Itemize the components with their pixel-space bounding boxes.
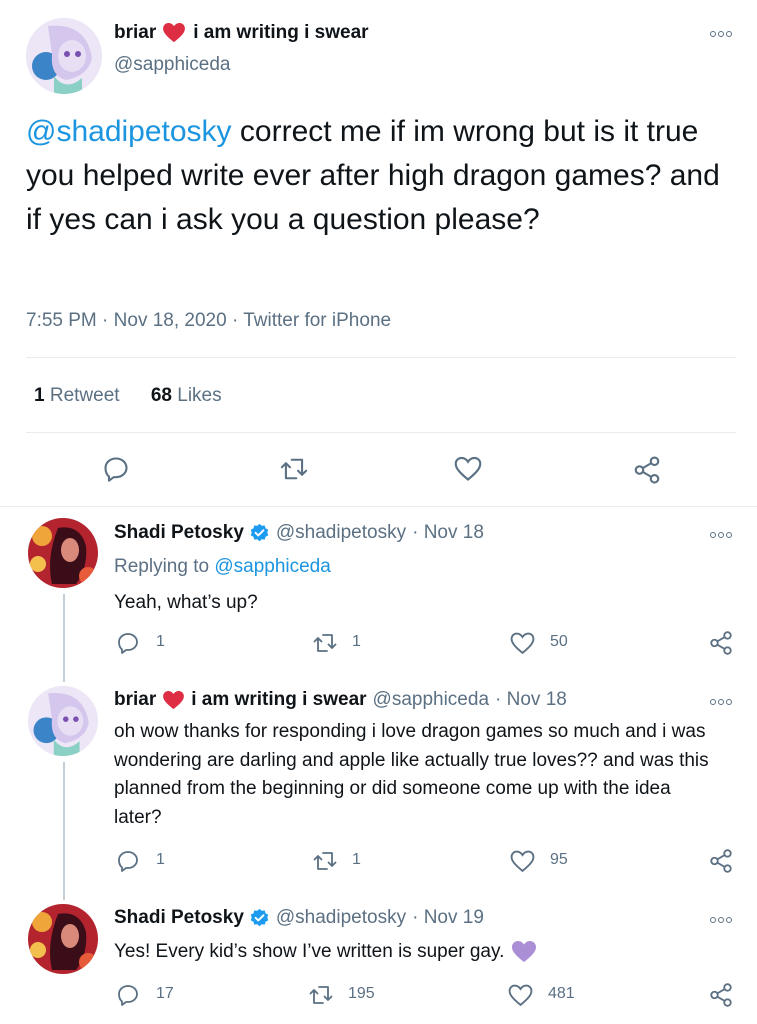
like-icon[interactable]: [508, 984, 533, 1007]
display-name-suffix[interactable]: i am writing i swear: [193, 22, 368, 44]
retweets-label: Retweet: [49, 385, 120, 406]
main-author-line: briar i am writing i swear: [114, 22, 369, 44]
like-icon[interactable]: [510, 632, 535, 655]
more-options-icon[interactable]: [710, 916, 734, 924]
reply-icon[interactable]: [116, 983, 140, 1007]
share-icon[interactable]: [708, 848, 734, 874]
tweet-date[interactable]: · Nov 18: [412, 522, 484, 544]
divider: [26, 357, 736, 358]
likes-stat[interactable]: 68 Likes: [151, 385, 222, 406]
tweet-meta: 7:55 PM · Nov 18, 2020 · Twitter for iPh…: [26, 310, 392, 331]
like-count: 50: [550, 633, 568, 650]
retweet-count: 1: [352, 633, 361, 650]
tweet-source[interactable]: Twitter for iPhone: [243, 310, 391, 331]
likes-label: Likes: [177, 385, 222, 406]
tweet-stats: 1 Retweet 68 Likes: [34, 385, 222, 407]
divider: [0, 506, 757, 507]
reply-count: 1: [156, 633, 165, 650]
tweet-time[interactable]: 7:55 PM: [26, 310, 97, 331]
share-icon[interactable]: [632, 455, 662, 485]
display-name-suffix[interactable]: i am writing i swear: [191, 689, 366, 711]
replying-to-handle[interactable]: @sapphiceda: [214, 556, 330, 577]
avatar-briar-main[interactable]: [26, 18, 102, 94]
divider: [26, 432, 736, 433]
like-count: 481: [548, 985, 575, 1002]
avatar-shadi[interactable]: [28, 518, 98, 588]
tweet-date[interactable]: · Nov 18: [495, 689, 567, 711]
retweet-icon[interactable]: [312, 631, 338, 655]
share-icon[interactable]: [708, 630, 734, 656]
replying-to-line: Replying to @sapphiceda: [114, 556, 331, 578]
like-icon[interactable]: [510, 850, 535, 873]
display-name[interactable]: Shadi Petosky: [114, 907, 244, 929]
red-heart-icon: [163, 23, 186, 43]
retweet-icon[interactable]: [308, 983, 334, 1007]
tweet-date[interactable]: · Nov 19: [412, 907, 484, 929]
retweets-stat[interactable]: 1 Retweet: [34, 385, 125, 406]
verified-badge-icon: [249, 523, 270, 544]
reply-count: 17: [156, 985, 174, 1002]
tweet-text: @shadipetosky correct me if im wrong but…: [26, 110, 738, 242]
handle[interactable]: @shadipetosky: [276, 907, 406, 929]
reply-author-line: Shadi Petosky @shadipetosky · Nov 18: [114, 522, 484, 544]
handle[interactable]: @sapphiceda: [114, 54, 230, 76]
display-name[interactable]: Shadi Petosky: [114, 522, 244, 544]
like-icon[interactable]: [454, 456, 482, 482]
red-heart-icon: [163, 690, 185, 710]
replying-to-label: Replying to: [114, 556, 210, 577]
tweet-date[interactable]: Nov 18, 2020: [114, 310, 227, 331]
retweet-icon[interactable]: [279, 455, 309, 483]
reply-text-line: Yes! Every kid’s show I’ve written is su…: [114, 938, 537, 966]
verified-badge-icon: [249, 908, 270, 929]
retweet-count: 195: [348, 985, 375, 1002]
retweet-icon[interactable]: [312, 849, 338, 873]
display-name[interactable]: briar: [114, 22, 156, 44]
share-icon[interactable]: [708, 982, 734, 1008]
purple-heart-icon: [512, 941, 537, 963]
reply-icon[interactable]: [116, 631, 140, 655]
reply-author-line: briar i am writing i swear @sapphiceda ·…: [114, 689, 567, 711]
reply-count: 1: [156, 851, 165, 868]
retweet-count: 1: [352, 851, 361, 868]
more-options-icon[interactable]: [710, 698, 734, 706]
reply-icon[interactable]: [116, 849, 140, 873]
thread-line: [63, 762, 65, 900]
reply-author-line: Shadi Petosky @shadipetosky · Nov 19: [114, 907, 484, 929]
handle[interactable]: @shadipetosky: [276, 522, 406, 544]
reply-text: Yes! Every kid’s show I’ve written is su…: [114, 941, 505, 962]
more-options-icon[interactable]: [710, 531, 734, 539]
likes-count: 68: [150, 385, 172, 406]
reply-text: Yeah, what’s up?: [114, 592, 258, 613]
reply-icon[interactable]: [102, 455, 130, 483]
thread-line: [63, 594, 65, 682]
more-options-icon[interactable]: [710, 30, 734, 38]
avatar-briar[interactable]: [28, 686, 98, 756]
display-name[interactable]: briar: [114, 689, 156, 711]
handle[interactable]: @sapphiceda: [373, 689, 489, 711]
reply-text: oh wow thanks for responding i love drag…: [114, 721, 709, 828]
mention-link[interactable]: @shadipetosky: [26, 115, 232, 148]
avatar-shadi[interactable]: [28, 904, 98, 974]
retweets-count: 1: [34, 385, 45, 406]
like-count: 95: [550, 851, 568, 868]
